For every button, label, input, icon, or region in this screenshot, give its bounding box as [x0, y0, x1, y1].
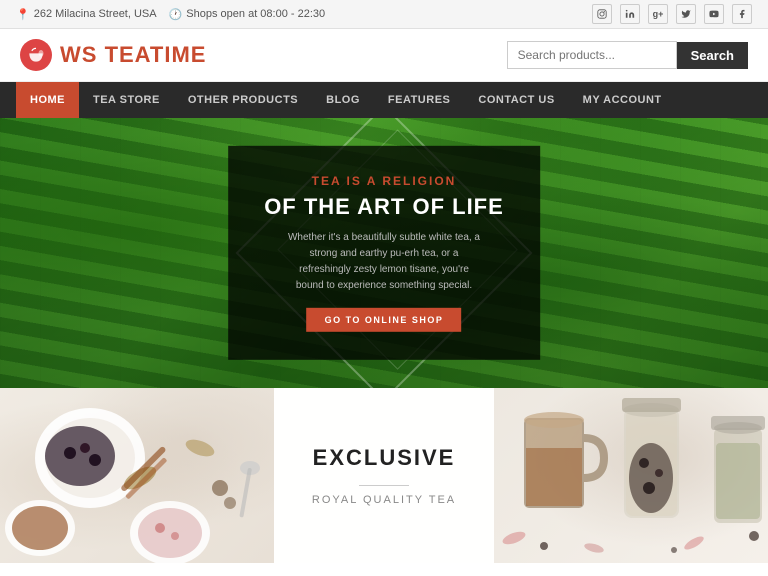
facebook-icon[interactable] — [732, 4, 752, 24]
bottom-section: EXCLUSIVE ROYAL QUALITY TEA — [0, 388, 768, 563]
nav-features[interactable]: FEATURES — [374, 82, 464, 118]
search-button[interactable]: Search — [677, 42, 748, 69]
youtube-icon[interactable] — [704, 4, 724, 24]
tea-jars-illustration — [494, 388, 768, 563]
nav-account[interactable]: MY ACCOUNT — [569, 82, 676, 118]
top-bar-info: 📍 262 Milacina Street, USA 🕐 Shops open … — [16, 8, 325, 21]
search-input[interactable] — [507, 41, 677, 69]
exclusive-subtitle: ROYAL QUALITY TEA — [312, 494, 456, 506]
divider — [359, 485, 409, 486]
hero-content-box: TEA IS A RELIGION OF THE ART OF LIFE Whe… — [228, 146, 540, 360]
hours-text: Shops open at 08:00 - 22:30 — [186, 8, 325, 20]
address-info: 📍 262 Milacina Street, USA — [16, 8, 157, 21]
hero-subtitle: TEA IS A RELIGION — [264, 174, 504, 188]
nav-contact[interactable]: CONTACT US — [464, 82, 568, 118]
nav-home[interactable]: HOME — [16, 82, 79, 118]
nav-tea-store[interactable]: TEA STORE — [79, 82, 174, 118]
top-bar: 📍 262 Milacina Street, USA 🕐 Shops open … — [0, 0, 768, 29]
ingredients-illustration — [0, 388, 274, 563]
bottom-right-image — [494, 388, 768, 563]
logo-ws: WS — [60, 42, 105, 67]
logo-text: WS TEATIME — [60, 42, 206, 68]
search-box: Search — [507, 41, 748, 69]
logo-icon — [20, 39, 52, 71]
location-icon: 📍 — [16, 8, 30, 21]
nav-blog[interactable]: BLOG — [312, 82, 374, 118]
navigation: HOME TEA STORE OTHER PRODUCTS BLOG FEATU… — [0, 82, 768, 118]
hero-title: OF THE ART OF LIFE — [264, 194, 504, 220]
hero-cta-button[interactable]: GO TO ONLINE SHOP — [307, 308, 462, 332]
bottom-center-card: EXCLUSIVE ROYAL QUALITY TEA — [274, 388, 494, 563]
nav-other-products[interactable]: OTHER PRODUCTS — [174, 82, 312, 118]
linkedin-icon[interactable] — [620, 4, 640, 24]
hero-section: TEA IS A RELIGION OF THE ART OF LIFE Whe… — [0, 118, 768, 388]
bottom-left-image — [0, 388, 274, 563]
logo: WS TEATIME — [20, 39, 206, 71]
social-links: g+ — [592, 4, 752, 24]
twitter-icon[interactable] — [676, 4, 696, 24]
hero-description: Whether it's a beautifully subtle white … — [284, 230, 484, 294]
logo-brand: TEATIME — [105, 42, 207, 67]
hours-info: 🕐 Shops open at 08:00 - 22:30 — [169, 8, 326, 21]
google-plus-icon[interactable]: g+ — [648, 4, 668, 24]
clock-icon: 🕐 — [169, 8, 183, 21]
instagram-icon[interactable] — [592, 4, 612, 24]
exclusive-title: EXCLUSIVE — [313, 445, 456, 471]
header: WS TEATIME Search — [0, 29, 768, 82]
address-text: 262 Milacina Street, USA — [34, 8, 157, 20]
